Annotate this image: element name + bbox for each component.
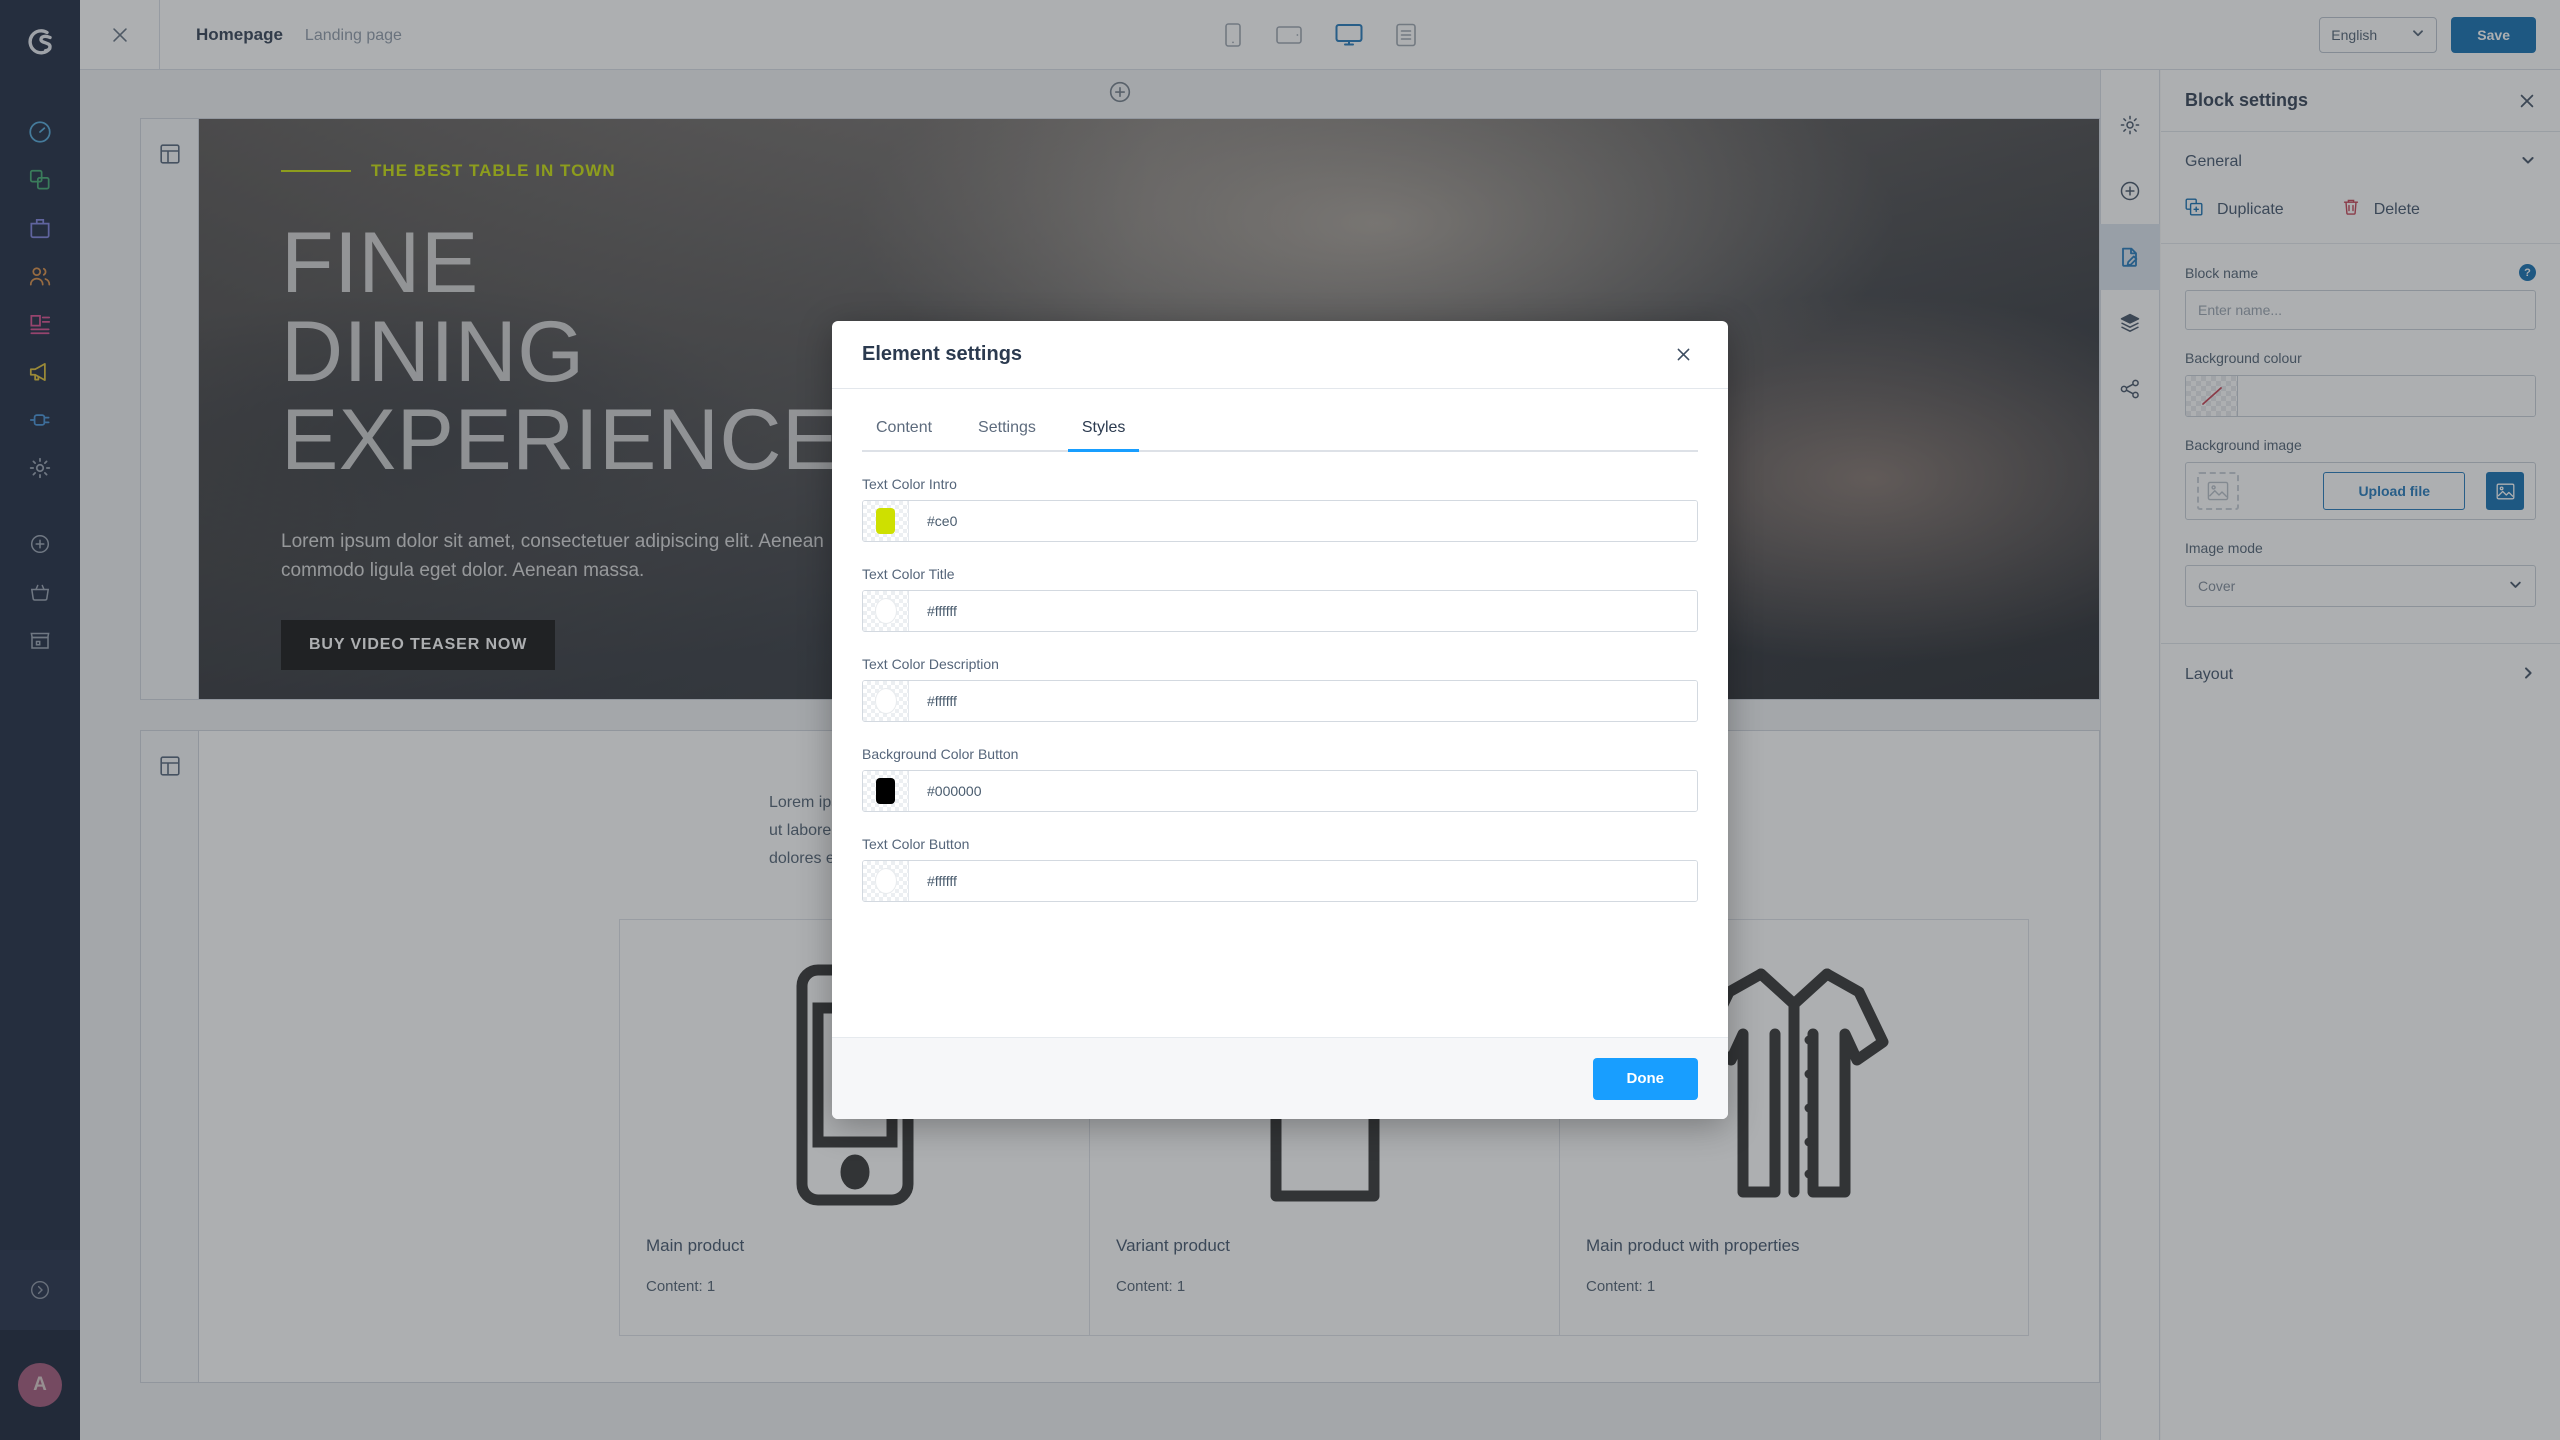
- close-icon[interactable]: [1669, 340, 1698, 369]
- field-text-color-intro: Text Color Intro: [862, 476, 1698, 542]
- modal-header: Element settings: [832, 321, 1728, 389]
- color-hex-input[interactable]: [909, 501, 1697, 541]
- color-chip: [876, 778, 895, 804]
- modal-body: Content Settings Styles Text Color Intro…: [832, 389, 1728, 1037]
- tab-settings[interactable]: Settings: [964, 405, 1050, 452]
- color-swatch-button[interactable]: [863, 591, 909, 631]
- modal-tabs: Content Settings Styles: [862, 405, 1698, 452]
- tab-styles[interactable]: Styles: [1067, 405, 1140, 452]
- done-button[interactable]: Done: [1592, 1057, 1698, 1100]
- field-background-color-button: Background Color Button: [862, 746, 1698, 812]
- field-label: Text Color Intro: [862, 476, 957, 492]
- color-hex-input[interactable]: [909, 591, 1697, 631]
- color-input-group: [862, 770, 1698, 812]
- modal-title: Element settings: [862, 343, 1023, 365]
- field-text-color-description: Text Color Description: [862, 656, 1698, 722]
- color-swatch-button[interactable]: [863, 681, 909, 721]
- field-text-color-title: Text Color Title: [862, 566, 1698, 632]
- color-chip: [874, 598, 897, 624]
- color-swatch-button[interactable]: [863, 771, 909, 811]
- color-input-group: [862, 860, 1698, 902]
- field-label: Background Color Button: [862, 746, 1019, 762]
- page-builder-app: A Homepage Landing page English Save THE…: [0, 0, 2560, 1440]
- field-text-color-button: Text Color Button: [862, 836, 1698, 902]
- color-chip: [876, 508, 895, 534]
- field-label: Text Color Description: [862, 656, 999, 672]
- color-swatch-button[interactable]: [863, 501, 909, 541]
- color-hex-input[interactable]: [909, 861, 1697, 901]
- color-swatch-button[interactable]: [863, 861, 909, 901]
- color-chip: [874, 868, 897, 894]
- color-input-group: [862, 680, 1698, 722]
- color-hex-input[interactable]: [909, 681, 1697, 721]
- modal-footer: Done: [832, 1037, 1728, 1119]
- color-input-group: [862, 500, 1698, 542]
- color-hex-input[interactable]: [909, 771, 1697, 811]
- field-label: Text Color Button: [862, 836, 970, 852]
- color-chip: [874, 688, 897, 714]
- color-input-group: [862, 590, 1698, 632]
- field-label: Text Color Title: [862, 566, 955, 582]
- tab-content[interactable]: Content: [862, 405, 946, 452]
- element-settings-modal: Element settings Content Settings Styles…: [832, 321, 1728, 1119]
